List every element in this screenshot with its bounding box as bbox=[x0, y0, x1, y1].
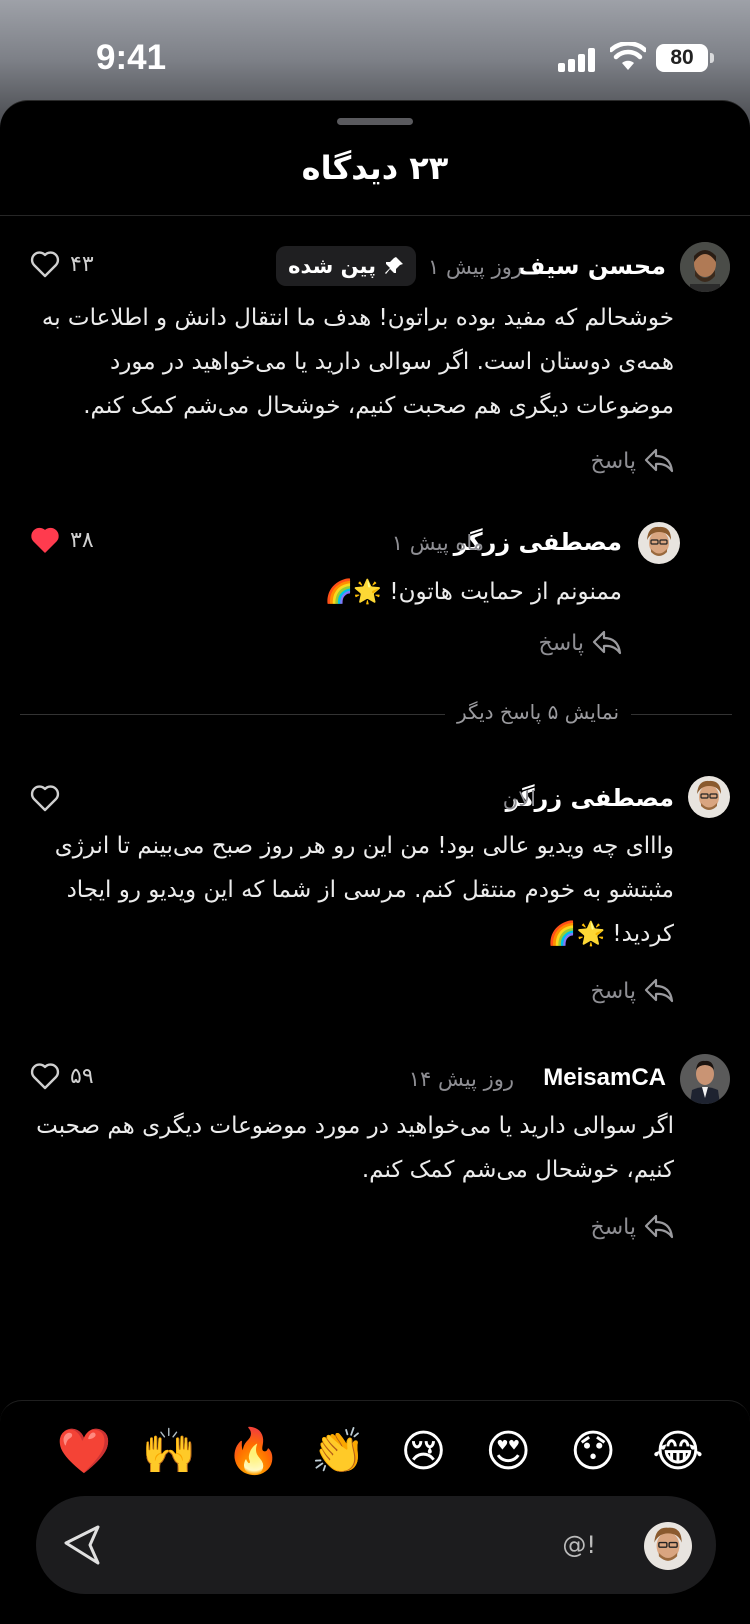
comment-text: ممنونم از حمایت هاتون! 🌟🌈 bbox=[324, 579, 622, 605]
battery-tip bbox=[710, 53, 714, 63]
comment-text: خوشحالم که مفید بوده براتون! هدف ما انتق… bbox=[41, 305, 674, 419]
reply-button[interactable]: پاسخ bbox=[539, 630, 622, 656]
comment-text: اگر سوالی دارید یا می‌خواهید در مورد موض… bbox=[36, 1113, 674, 1183]
pin-icon bbox=[385, 257, 403, 274]
show-more-replies-button[interactable]: نمایش ۵ پاسخ دیگر bbox=[445, 700, 632, 724]
current-user-avatar[interactable] bbox=[644, 1522, 692, 1570]
heart-filled-icon bbox=[31, 527, 59, 553]
comment-time: ۱ ماه پیش bbox=[391, 531, 484, 555]
like-button[interactable]: ۳۸ bbox=[30, 526, 94, 554]
comment-text: وااای چه ویدیو عالی بود! من این رو هر رو… bbox=[54, 833, 674, 947]
comment-time: ۱ روز پیش bbox=[427, 255, 522, 279]
reply-label: پاسخ bbox=[590, 1214, 636, 1240]
comment-time: الان bbox=[502, 787, 536, 811]
heart-outline-icon bbox=[30, 251, 60, 278]
reaction-heart-eyes[interactable]: 😍 bbox=[480, 1424, 536, 1480]
like-count: ۳۸ bbox=[70, 527, 94, 553]
pinned-badge: پین شده bbox=[276, 246, 416, 286]
cellular-signal-icon bbox=[558, 48, 598, 72]
status-bar: 9:41 80 bbox=[0, 0, 750, 100]
reply-label: پاسخ bbox=[538, 630, 584, 656]
reply-button[interactable]: پاسخ bbox=[591, 1214, 674, 1240]
comment-input[interactable] bbox=[136, 1518, 596, 1572]
status-time: 9:41 bbox=[96, 38, 167, 77]
avatar-image bbox=[680, 242, 730, 292]
avatar[interactable] bbox=[680, 242, 730, 292]
reply-icon bbox=[644, 978, 674, 1003]
reaction-heart[interactable]: 😂 bbox=[650, 1424, 706, 1480]
like-count: ۵۹ bbox=[70, 1063, 94, 1089]
pinned-label: پین شده bbox=[288, 254, 376, 278]
reply-icon bbox=[592, 630, 622, 655]
comment-author[interactable]: MeisamCA bbox=[543, 1064, 666, 1092]
avatar[interactable] bbox=[638, 522, 680, 564]
avatar-image bbox=[680, 1054, 730, 1104]
like-button[interactable]: ۴۳ bbox=[30, 250, 94, 278]
header-divider bbox=[0, 215, 750, 216]
reaction-cry[interactable]: 😢 bbox=[395, 1424, 451, 1480]
drag-handle[interactable] bbox=[337, 118, 413, 125]
avatar[interactable] bbox=[688, 776, 730, 818]
reply-label: پاسخ bbox=[590, 448, 636, 474]
like-count: ۴۳ bbox=[70, 251, 94, 277]
comment-author[interactable]: محسن سیف bbox=[517, 252, 666, 280]
avatar-image bbox=[688, 776, 730, 818]
avatar-image bbox=[644, 1522, 692, 1570]
like-button[interactable] bbox=[30, 784, 70, 812]
comment-composer bbox=[36, 1496, 716, 1594]
reaction-raised-hands[interactable]: 🙌 bbox=[141, 1424, 197, 1480]
heart-outline-icon bbox=[30, 785, 60, 812]
comment-time: ۱۴ روز پیش bbox=[408, 1067, 514, 1091]
reaction-fire[interactable]: 🔥 bbox=[226, 1424, 282, 1480]
reply-button[interactable]: پاسخ bbox=[591, 448, 674, 474]
wifi-icon bbox=[610, 42, 646, 70]
reply-icon bbox=[644, 1214, 674, 1239]
send-icon[interactable] bbox=[58, 1521, 106, 1569]
avatar[interactable] bbox=[680, 1054, 730, 1104]
avatar-image bbox=[638, 522, 680, 564]
battery-icon: 80 bbox=[656, 44, 708, 72]
like-button[interactable]: ۵۹ bbox=[30, 1062, 94, 1090]
reply-label: پاسخ bbox=[590, 978, 636, 1004]
heart-outline-icon bbox=[30, 1063, 60, 1090]
reaction-clap[interactable]: 👏 bbox=[311, 1424, 367, 1480]
reply-icon bbox=[644, 448, 674, 473]
reply-button[interactable]: پاسخ bbox=[591, 978, 674, 1004]
quick-reactions-bar: ❤️ 🙌 🔥 👏 😢 😍 😯 😂 bbox=[56, 1424, 706, 1480]
reaction-hushed[interactable]: 😯 bbox=[565, 1424, 621, 1480]
reaction-joy[interactable]: ❤️ bbox=[56, 1424, 112, 1480]
sheet-title: ۲۳ دیدگاه bbox=[301, 149, 449, 187]
